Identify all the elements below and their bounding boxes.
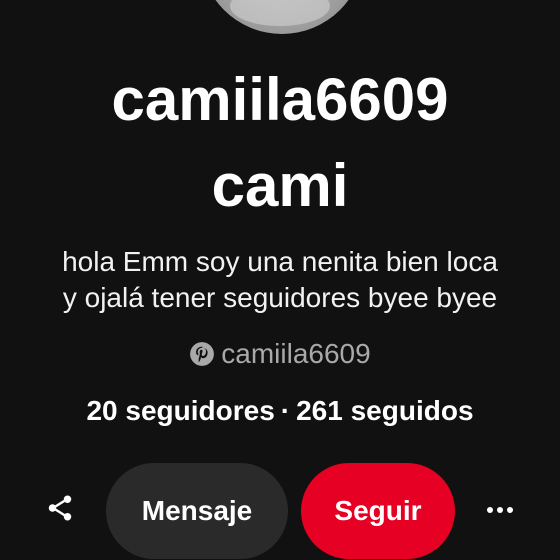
following-count[interactable]: 261 seguidos bbox=[296, 395, 473, 426]
bio-line: hola Emm soy una nenita bien loca bbox=[62, 246, 498, 277]
bio-line: y ojalá tener seguidores byee byee bbox=[62, 282, 498, 313]
profile-username: camiila6609 bbox=[111, 66, 449, 133]
follow-stats: 20 seguidores · 261 seguidos bbox=[0, 392, 560, 430]
more-horizontal-icon bbox=[507, 507, 513, 513]
followers-count[interactable]: 20 seguidores bbox=[86, 395, 274, 426]
more-horizontal-icon bbox=[487, 507, 493, 513]
message-button[interactable]: Mensaje bbox=[106, 463, 288, 559]
profile-avatar[interactable] bbox=[200, 0, 364, 34]
profile-handle[interactable]: camiila6609 bbox=[0, 336, 560, 372]
profile-bio: hola Emm soy una nenita bien loca y ojal… bbox=[0, 244, 560, 316]
share-icon bbox=[45, 493, 75, 528]
more-options-button[interactable] bbox=[480, 490, 520, 530]
share-button[interactable] bbox=[40, 490, 80, 530]
follow-button[interactable]: Seguir bbox=[301, 463, 455, 559]
pinterest-icon bbox=[189, 341, 215, 367]
handle-text: camiila6609 bbox=[221, 338, 371, 369]
stats-separator: · bbox=[280, 395, 291, 426]
profile-display-name: cami bbox=[211, 152, 349, 219]
more-horizontal-icon bbox=[497, 507, 503, 513]
